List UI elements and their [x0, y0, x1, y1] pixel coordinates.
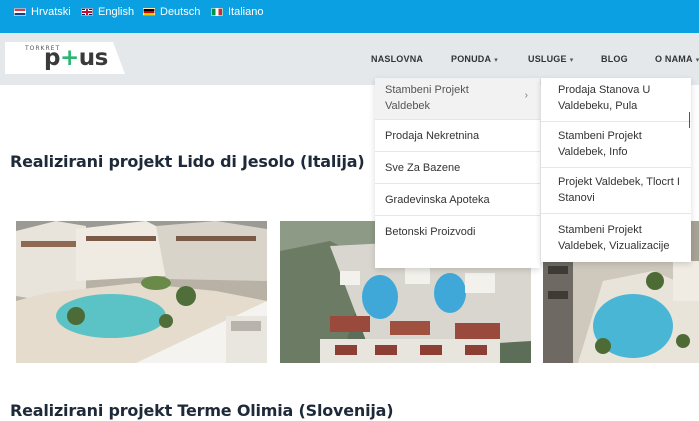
germany-flag-icon — [143, 8, 155, 16]
project-photo[interactable] — [16, 221, 267, 363]
nav-usluge[interactable]: USLUGE ▾ — [528, 54, 573, 64]
section-title-terme-olimia: Realizirani projekt Terme Olimia (Sloven… — [10, 401, 394, 420]
dropdown-item-gradevinska-apoteka[interactable]: Gradevinska Apoteka — [375, 184, 540, 216]
language-label: Deutsch — [160, 6, 201, 18]
language-label: English — [98, 6, 135, 18]
ponuda-dropdown: Stambeni Projekt Valdebek › Prodaja Nekr… — [375, 78, 540, 268]
chevron-down-icon: ▾ — [569, 57, 574, 64]
logo-main-text: p+us — [44, 45, 108, 71]
language-deutsch[interactable]: Deutsch — [143, 5, 200, 19]
valdebek-submenu: Prodaja Stanova U Valdebeku, Pula Stambe… — [541, 78, 691, 262]
section-title-lido: Realizirani projekt Lido di Jesolo (Ital… — [10, 152, 365, 171]
submenu-item-info[interactable]: Stambeni Projekt Valdebek, Info — [541, 122, 691, 168]
chevron-right-icon: › — [524, 90, 528, 101]
submenu-item-prodaja-stanova[interactable]: Prodaja Stanova U Valdebeku, Pula — [541, 78, 691, 122]
language-italiano[interactable]: Italiano — [211, 5, 263, 19]
dropdown-item-prodaja-nekretnina[interactable]: Prodaja Nekretnina — [375, 120, 540, 152]
italy-flag-icon — [211, 8, 223, 16]
scrollbar-indicator — [689, 112, 690, 128]
nav-o-nama[interactable]: O NAMA ▾ — [655, 54, 699, 64]
uk-flag-icon — [81, 8, 93, 16]
nav-blog[interactable]: BLOG — [601, 54, 628, 64]
dropdown-item-stambeni-projekt-valdebek[interactable]: Stambeni Projekt Valdebek › — [375, 78, 540, 120]
nav-naslovna[interactable]: NASLOVNA — [371, 54, 423, 64]
submenu-item-vizualizacije[interactable]: Stambeni Projekt Valdebek, Vizualizacije — [541, 214, 691, 262]
dropdown-item-betonski-proizvodi[interactable]: Betonski Proizvodi — [375, 216, 540, 248]
language-hrvatski[interactable]: Hrvatski — [14, 5, 71, 19]
language-label: Hrvatski — [31, 6, 71, 18]
language-bar: Hrvatski English Deutsch Italiano — [0, 0, 699, 33]
submenu-item-tlocrt-stanovi[interactable]: Projekt Valdebek, Tlocrt I Stanovi — [541, 168, 691, 214]
dropdown-item-sve-za-bazene[interactable]: Sve Za Bazene — [375, 152, 540, 184]
language-label: Italiano — [228, 6, 264, 18]
nav-ponuda[interactable]: PONUDA ▾ — [451, 54, 498, 64]
language-english[interactable]: English — [81, 5, 134, 19]
chevron-down-icon: ▾ — [494, 57, 498, 64]
croatia-flag-icon — [14, 8, 26, 16]
